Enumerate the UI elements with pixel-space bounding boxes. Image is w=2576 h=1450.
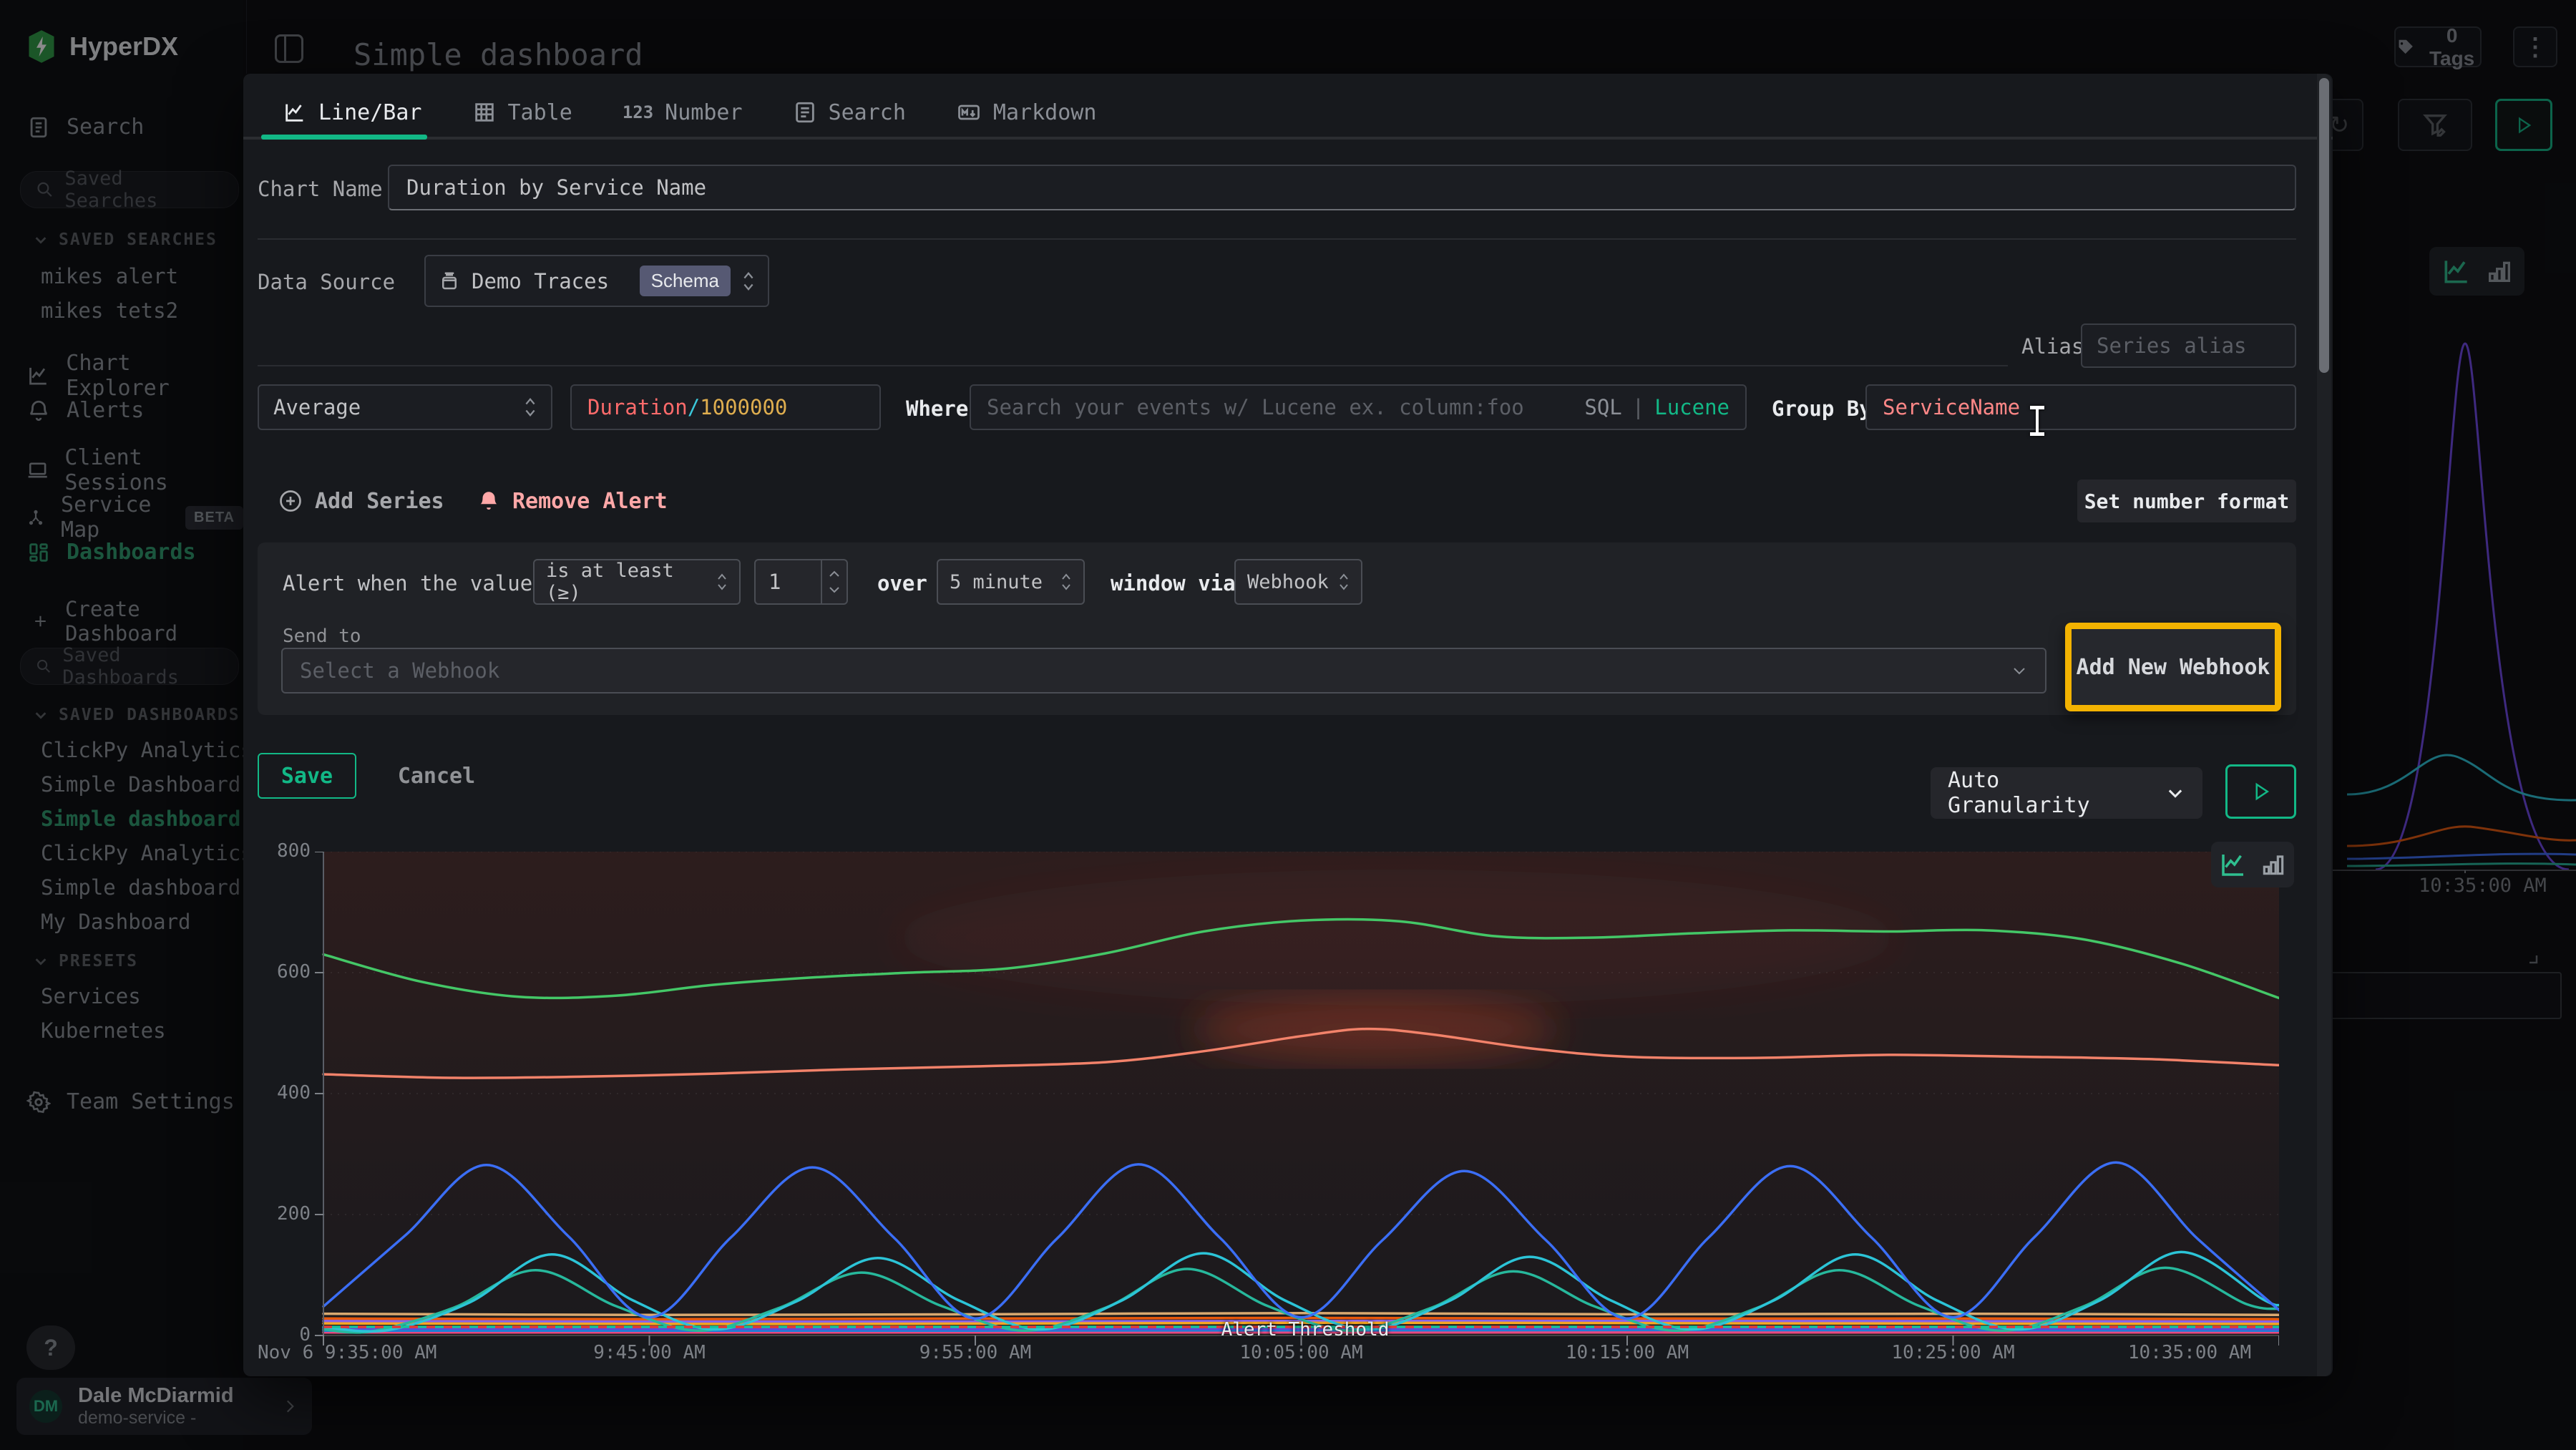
x-tick-label: 10:05:00 AM <box>1187 1342 1416 1363</box>
x-tick-label: Nov 6 9:35:00 AM <box>258 1342 436 1363</box>
app-screen: Simple dashboard 0 Tags ⋮ ↻ HyperDX Sear… <box>0 0 2576 1450</box>
chart-type-toggle[interactable] <box>2211 842 2294 887</box>
timeseries-chart[interactable]: 0200400600800Nov 6 9:35:00 AM9:45:00 AM9… <box>243 74 2333 1376</box>
chart-canvas <box>312 852 2279 1347</box>
y-tick-label: 600 <box>249 961 311 983</box>
bar-chart-icon <box>2260 851 2287 878</box>
x-tick-label: 10:25:00 AM <box>1839 1342 2068 1363</box>
y-tick-label: 400 <box>249 1082 311 1104</box>
x-tick-label: 9:55:00 AM <box>861 1342 1090 1363</box>
x-tick-label: 10:15:00 AM <box>1513 1342 1742 1363</box>
line-chart-icon <box>2218 850 2248 880</box>
modal-scrollbar-track[interactable] <box>2317 74 2331 1376</box>
y-tick-label: 200 <box>249 1203 311 1225</box>
alert-threshold-label: Alert Threshold <box>1198 1319 1413 1340</box>
x-tick-label: 10:35:00 AM <box>2075 1342 2304 1363</box>
y-tick-label: 800 <box>249 840 311 862</box>
chart-editor-modal: Line/Bar Table 123 Number Search Markdow… <box>243 74 2333 1376</box>
modal-scrollbar-thumb[interactable] <box>2319 78 2329 373</box>
x-tick-label: 9:45:00 AM <box>535 1342 764 1363</box>
